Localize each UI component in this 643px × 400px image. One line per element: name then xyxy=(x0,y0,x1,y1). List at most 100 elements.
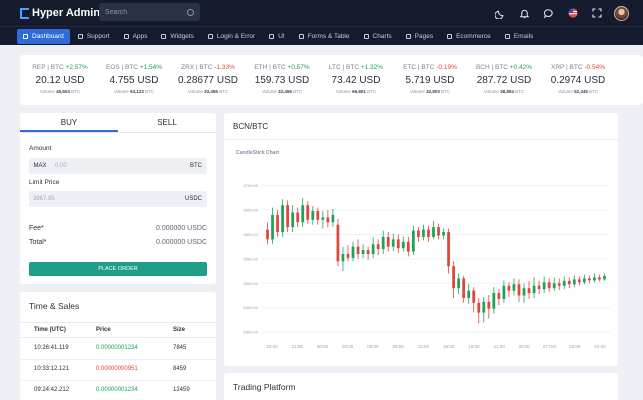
candle-body xyxy=(603,275,606,280)
nav-pages[interactable]: Pages xyxy=(400,29,439,44)
fullscreen-icon[interactable] xyxy=(590,7,603,20)
max-button[interactable]: MAX xyxy=(29,163,51,169)
candle-body xyxy=(356,246,360,254)
total-row: Total* 0.000000 USDC xyxy=(29,239,207,246)
ticker-item[interactable]: ETH | BTC +0.57% 159.73 USD Volume 32,45… xyxy=(242,55,322,105)
trading-platform-title: Trading Platform xyxy=(233,382,296,392)
ticker-item[interactable]: ETC | BTC -0.19% 5.719 USD Volume 32,803… xyxy=(390,55,470,105)
x-tick-label: 09:00 xyxy=(393,344,405,349)
row-size: 12459 xyxy=(173,387,190,393)
nav-widgets[interactable]: Widgets xyxy=(155,29,199,44)
amount-field[interactable]: MAX 0.00 BTC xyxy=(29,158,207,174)
candle-body xyxy=(593,277,596,281)
candle-body xyxy=(296,212,300,223)
nav-ui[interactable]: UI xyxy=(263,29,291,44)
ticker-change: -0.54% xyxy=(584,64,605,71)
ticker-change: +0.42% xyxy=(509,64,533,71)
candle-body xyxy=(276,214,279,233)
candle-body xyxy=(331,214,335,223)
nav-forms-table[interactable]: Forms & Table xyxy=(293,29,356,44)
chat-icon[interactable] xyxy=(542,7,555,20)
table-row[interactable]: 09:24:42.212 0.00000001234 12459 xyxy=(20,381,216,400)
place-order-button[interactable]: PLACE ORDER xyxy=(29,262,207,276)
nav-apps[interactable]: Apps xyxy=(118,29,154,44)
candle-body xyxy=(316,211,320,220)
ticker-volume: 32,456 xyxy=(278,89,292,94)
pages-icon xyxy=(405,33,411,39)
ticker-item[interactable]: XRP | BTC -0.54% 0.2974 USD Volume 52,34… xyxy=(538,55,618,105)
candle-body xyxy=(547,282,551,289)
candle-body xyxy=(266,229,269,240)
tab-sell[interactable]: SELL xyxy=(118,113,216,132)
ticker-volume-label: Volume xyxy=(557,89,573,94)
candle-body xyxy=(542,282,546,290)
candle-body xyxy=(532,285,536,294)
candle-body xyxy=(351,246,355,258)
x-tick-label: 15:00 xyxy=(443,344,455,349)
ticker-pair: BCH | BTC xyxy=(475,64,508,71)
candle-body xyxy=(517,284,521,296)
candle-body xyxy=(291,212,295,228)
candle-body xyxy=(487,301,491,309)
logo-icon xyxy=(20,7,29,19)
limit-price-field[interactable]: 3967.95 USDC xyxy=(29,191,207,207)
avatar[interactable] xyxy=(614,5,629,21)
candle-body xyxy=(582,278,586,283)
ticker-item[interactable]: ZRX | BTC -1.33% 0.28677 USD Volume 33,4… xyxy=(168,55,248,105)
candle-body xyxy=(527,288,531,294)
candle-body xyxy=(376,244,380,250)
ui-icon xyxy=(269,33,275,39)
candle-body xyxy=(391,239,395,247)
candle-body xyxy=(422,229,425,237)
nav-dashboard[interactable]: Dashboard xyxy=(17,28,70,44)
candle-body xyxy=(588,278,591,281)
limit-price-input[interactable]: 3967.95 xyxy=(33,196,55,202)
nav-support[interactable]: Support xyxy=(72,29,116,44)
ticker-change: +1.32% xyxy=(360,64,384,71)
y-tick-label: 6550.00 xyxy=(244,256,259,261)
ticker-unit: BTC xyxy=(515,89,525,94)
ticker-price: 0.28677 USD xyxy=(177,75,239,86)
us-flag-icon[interactable] xyxy=(566,7,579,20)
x-tick-label: 04:00 xyxy=(594,344,606,349)
app-logo[interactable]: Hyper Admin xyxy=(20,7,100,19)
table-row[interactable]: 10:26:41.119 0.00000001234 7845 xyxy=(20,339,216,360)
fee-value: 0.000000 USDC xyxy=(156,225,207,232)
bell-icon[interactable] xyxy=(518,7,531,20)
candle-body xyxy=(572,279,576,285)
candle-body xyxy=(366,250,370,254)
top-bar: Hyper Admin xyxy=(0,0,643,26)
nav-charts[interactable]: Charts xyxy=(358,29,398,44)
search-icon[interactable] xyxy=(187,8,194,16)
candle-body xyxy=(361,250,365,254)
ticker-item[interactable]: EOS | BTC +1.54% 4.755 USD Volume 63,123… xyxy=(94,55,174,105)
nav-emails[interactable]: Emails xyxy=(499,29,540,44)
table-row[interactable]: 10:33:12.121 0.00000000951 8459 xyxy=(20,360,216,381)
y-tick-label: 6500.00 xyxy=(244,281,259,286)
candlestick-chart[interactable]: 6700.00 6650.00 6600.00 6550.00 6500.00 6450.… xyxy=(224,113,618,366)
ticker-change: +1.54% xyxy=(139,64,163,71)
ticker-item[interactable]: LTC | BTC +1.32% 73.42 USD Volume 66,801… xyxy=(316,55,396,105)
candle-body xyxy=(417,230,420,237)
ticker-item[interactable]: REP | BTC +2.57% 20.12 USD Volume 45,603… xyxy=(20,55,100,105)
candle-body xyxy=(411,230,415,252)
tab-buy[interactable]: BUY xyxy=(20,113,118,132)
candle-body xyxy=(462,278,466,298)
x-tick-label: 00:00 xyxy=(519,344,531,349)
candle-body xyxy=(562,280,566,286)
ticker-volume: 33,455 xyxy=(204,89,218,94)
widgets-icon xyxy=(161,33,167,39)
nav-ecommerce[interactable]: Ecommerce xyxy=(441,29,497,44)
moon-icon[interactable] xyxy=(494,7,507,20)
amount-input[interactable]: 0.00 xyxy=(55,163,67,169)
row-size: 8459 xyxy=(173,366,187,372)
header-price: Price xyxy=(96,327,111,333)
candle-body xyxy=(286,205,290,228)
ticker-item[interactable]: BCH | BTC +0.42% 287.72 USD Volume 38,85… xyxy=(464,55,544,105)
candle-body xyxy=(457,278,461,289)
market-ticker: REP | BTC +2.57% 20.12 USD Volume 45,603… xyxy=(20,55,643,105)
candle-body xyxy=(381,236,385,250)
nav-login-error[interactable]: Login & Error xyxy=(202,29,261,44)
ticker-unit: BTC xyxy=(145,89,155,94)
search-input[interactable] xyxy=(105,8,183,16)
